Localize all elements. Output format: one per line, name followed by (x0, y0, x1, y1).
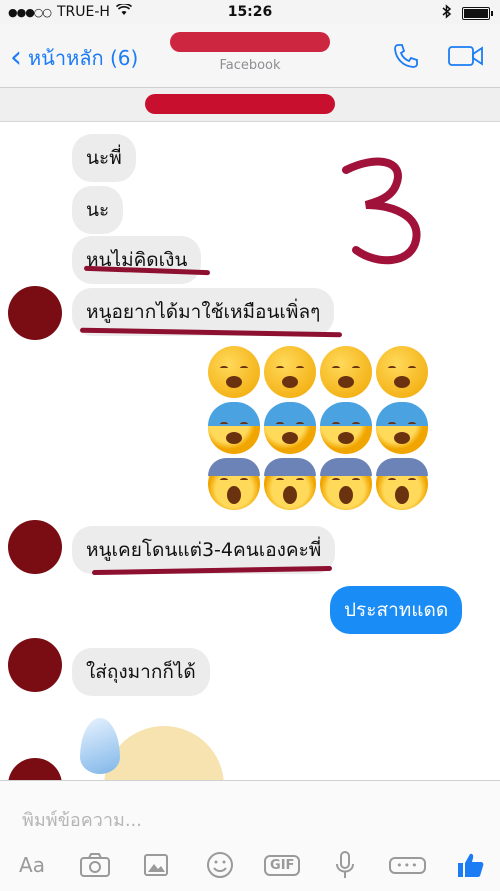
bluetooth-icon (442, 4, 452, 23)
redacted-contact-name (170, 32, 330, 52)
message-bubble: หนูไม่คิดเงิน (72, 236, 202, 284)
camera-icon[interactable] (75, 848, 115, 882)
message-input[interactable]: พิมพ์ข้อความ... (22, 805, 142, 834)
microphone-icon[interactable] (325, 848, 365, 882)
sent-message-bubble: ประสาทแดด (330, 586, 463, 634)
weary-face-icon (320, 346, 372, 398)
header-info-bar (0, 88, 500, 122)
more-options-icon[interactable]: ••• (387, 848, 427, 882)
message-composer: พิมพ์ข้อความ... Aa GIF ••• (0, 780, 500, 891)
video-call-icon[interactable] (448, 44, 484, 72)
weary-face-icon (208, 346, 260, 398)
gif-label: GIF (264, 854, 301, 876)
anxious-face-with-sweat-icon (208, 402, 260, 454)
face-screaming-in-fear-icon (208, 458, 260, 510)
avatar (8, 638, 62, 692)
avatar (8, 286, 62, 340)
redacted-info (145, 94, 335, 114)
message-bubble: ใส่ถุงมากก็ได้ (72, 648, 210, 696)
phone-icon[interactable] (392, 42, 420, 74)
sticker-image (104, 726, 224, 780)
weary-face-icon (264, 346, 316, 398)
conversation-header: ‹ หน้าหลัก (6) Facebook (0, 24, 500, 88)
gif-button[interactable]: GIF (262, 848, 302, 882)
text-format-button[interactable]: Aa (12, 848, 52, 882)
handwritten-number-annotation: 3 (336, 150, 421, 265)
water-drop-icon (80, 718, 120, 774)
anxious-face-with-sweat-icon (376, 402, 428, 454)
battery-icon (462, 7, 493, 20)
like-thumbs-up-icon[interactable] (450, 848, 490, 882)
message-bubble: นะ (72, 186, 124, 234)
photo-icon[interactable] (137, 848, 177, 882)
annotation-text: 3 (336, 150, 346, 154)
emoji-icon[interactable] (200, 848, 240, 882)
composer-toolbar: Aa GIF ••• (12, 847, 490, 883)
anxious-face-with-sweat-icon (320, 402, 372, 454)
avatar (8, 520, 62, 574)
message-bubble: นะพี่ (72, 134, 136, 182)
face-screaming-in-fear-icon (320, 458, 372, 510)
avatar (8, 758, 62, 780)
face-screaming-in-fear-icon (376, 458, 428, 510)
emoji-message-group (208, 346, 428, 510)
anxious-face-with-sweat-icon (264, 402, 316, 454)
weary-face-icon (376, 346, 428, 398)
face-screaming-in-fear-icon (264, 458, 316, 510)
status-bar: ●●●○○ TRUE-H 15:26 (0, 0, 500, 24)
header-subtitle: Facebook (219, 58, 281, 73)
clock: 15:26 (227, 4, 273, 20)
aa-label: Aa (19, 853, 45, 877)
message-list[interactable]: นะพี่ นะ หนูไม่คิดเงิน หนูอยากได้มาใช้เห… (0, 122, 500, 780)
